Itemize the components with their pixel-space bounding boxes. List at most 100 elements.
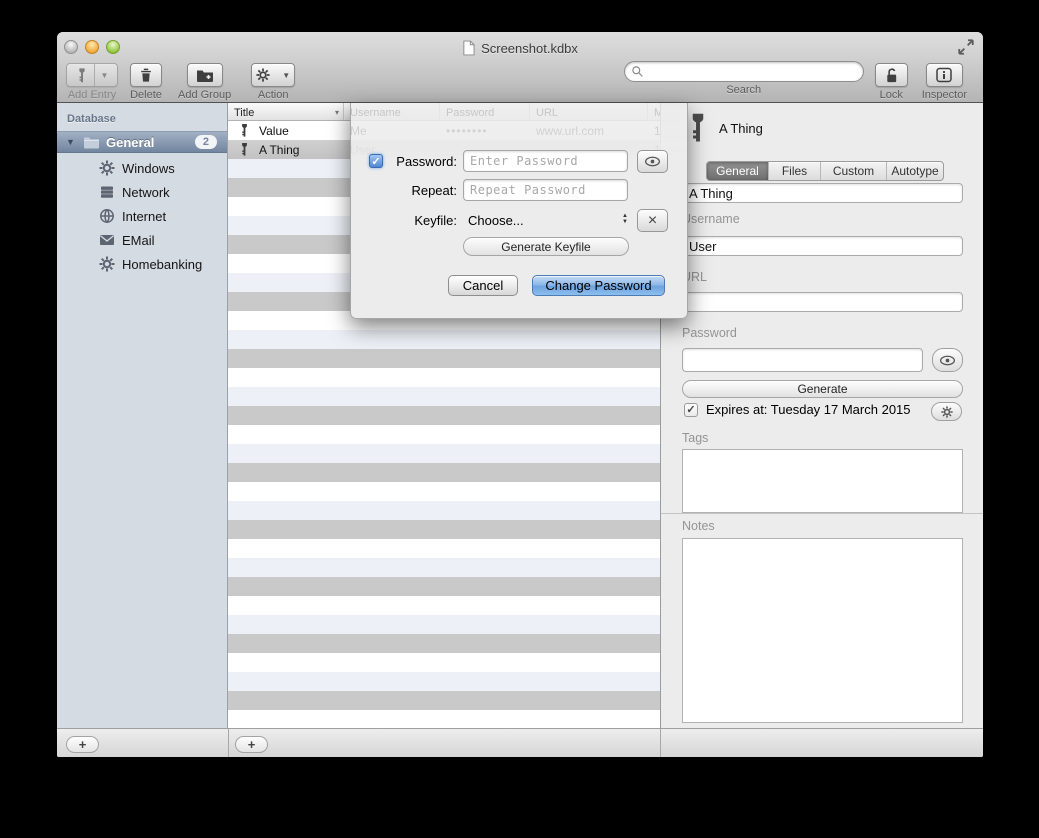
clear-keyfile-button[interactable]: × (637, 209, 668, 232)
info-icon (935, 67, 953, 83)
sidebar-item-homebanking[interactable]: Homebanking (57, 252, 227, 276)
dialog-repeat-input[interactable] (463, 179, 628, 201)
folder-icon (83, 135, 100, 149)
delete-button[interactable] (130, 63, 162, 87)
entry-title: A Thing (259, 143, 299, 157)
inspector-entry-title: A Thing (719, 121, 763, 136)
reveal-password-button[interactable] (932, 348, 963, 372)
action-label: Action (258, 89, 289, 101)
generate-keyfile-button[interactable]: Generate Keyfile (463, 237, 629, 256)
window-header: Screenshot.kdbx ▼ Add Entry Delete (57, 32, 983, 103)
sidebar-item-label: Internet (122, 209, 166, 224)
sidebar-item-label: EMail (122, 233, 155, 248)
tags-field[interactable] (682, 449, 963, 513)
eye-icon (939, 355, 956, 366)
dialog-repeat-label: Repeat: (381, 183, 457, 198)
sort-indicator-icon: ▾ (335, 108, 339, 117)
sidebar-section-header: Database (67, 113, 116, 125)
app-window: Screenshot.kdbx ▼ Add Entry Delete (57, 32, 983, 757)
envelope-icon (99, 232, 115, 248)
sidebar-item-label: Network (122, 185, 170, 200)
gear-icon (99, 160, 115, 176)
change-password-dialog: ✓ Password: Repeat: Keyfile: Choose... ▲… (350, 103, 688, 319)
add-entry-label: Add Entry (68, 89, 116, 101)
cancel-button[interactable]: Cancel (448, 275, 518, 296)
inspector-panel: A Thing General Files Custom Autotype Us… (660, 103, 983, 728)
titlebar: Screenshot.kdbx (57, 39, 983, 57)
action-toolbar-item: ▼ Action (251, 63, 295, 101)
inspector-label: Inspector (922, 89, 967, 101)
dialog-reveal-password-button[interactable] (637, 150, 668, 173)
gear-icon (941, 406, 953, 418)
tab-general[interactable]: General (707, 162, 769, 180)
key-icon (70, 64, 94, 86)
add-group-label: Add Group (178, 89, 231, 101)
x-icon: × (648, 212, 657, 230)
sidebar-group-badge: 2 (195, 135, 217, 149)
sidebar-item-network[interactable]: Network (57, 180, 227, 204)
fullscreen-icon[interactable] (957, 38, 975, 56)
sidebar-group-label: General (106, 135, 154, 150)
username-label: Username (682, 212, 740, 226)
inspector-button[interactable] (926, 63, 963, 87)
expires-settings-button[interactable] (931, 402, 962, 421)
notes-label: Notes (682, 519, 715, 533)
sidebar-group-general[interactable]: ▼ General 2 (57, 131, 227, 153)
password-field[interactable] (682, 348, 923, 372)
bottom-bar: + + (57, 728, 983, 757)
sidebar-item-windows[interactable]: Windows (57, 156, 227, 180)
url-field[interactable] (682, 292, 963, 312)
action-button[interactable]: ▼ (251, 63, 295, 87)
add-entry-toolbar-item: ▼ Add Entry (66, 63, 118, 101)
sidebar-item-internet[interactable]: Internet (57, 204, 227, 228)
username-field[interactable] (682, 236, 963, 256)
search-label: Search (726, 84, 761, 96)
search-field[interactable] (624, 61, 864, 82)
keyfile-popup[interactable]: Choose... (468, 213, 524, 228)
eye-icon (644, 156, 661, 167)
generate-password-button[interactable]: Generate (682, 380, 963, 398)
key-icon (238, 142, 251, 157)
tab-autotype[interactable]: Autotype (887, 162, 943, 180)
delete-label: Delete (130, 89, 162, 101)
dialog-password-input[interactable] (463, 150, 628, 172)
server-icon (99, 184, 115, 200)
entry-title: Value (259, 124, 289, 138)
dialog-password-label: Password: (381, 154, 457, 169)
title-field[interactable] (682, 183, 963, 203)
sidebar: Database ▼ General 2 Windows Network I (57, 103, 228, 728)
sidebar-item-email[interactable]: EMail (57, 228, 227, 252)
add-entry-footer-button[interactable]: + (235, 736, 268, 753)
search-icon (631, 65, 644, 78)
notes-field[interactable] (682, 538, 963, 723)
add-group-footer-button[interactable]: + (66, 736, 99, 753)
gear-icon (99, 256, 115, 272)
expires-label: Expires at: Tuesday 17 March 2015 (706, 402, 911, 417)
change-password-button[interactable]: Change Password (532, 275, 665, 296)
chevron-down-icon: ▼ (95, 64, 115, 86)
delete-toolbar-item: Delete (130, 63, 162, 101)
key-icon (686, 109, 710, 147)
sidebar-items: Windows Network Internet EMail Homebanki… (57, 156, 227, 276)
lock-button[interactable] (875, 63, 908, 87)
add-group-toolbar-item: Add Group (178, 63, 231, 101)
dialog-keyfile-label: Keyfile: (381, 213, 457, 228)
gear-icon (250, 64, 276, 86)
tab-custom[interactable]: Custom (821, 162, 887, 180)
add-entry-button[interactable]: ▼ (66, 63, 118, 87)
expires-row: ✓ Expires at: Tuesday 17 March 2015 (684, 402, 911, 417)
lock-toolbar-item: Lock (875, 63, 908, 101)
folder-plus-icon (196, 68, 214, 83)
tab-files[interactable]: Files (769, 162, 821, 180)
window-title: Screenshot.kdbx (481, 41, 578, 56)
disclosure-triangle-icon[interactable]: ▼ (66, 137, 76, 147)
add-group-button[interactable] (187, 63, 223, 87)
column-header-title[interactable]: Title ▾ (228, 103, 344, 120)
key-icon (238, 123, 251, 138)
expires-checkbox[interactable]: ✓ (684, 403, 698, 417)
sidebar-item-label: Windows (122, 161, 175, 176)
stepper-icon[interactable]: ▲▼ (622, 214, 628, 225)
inspector-toolbar-item: Inspector (922, 63, 967, 101)
search-input[interactable] (644, 65, 857, 79)
sidebar-item-label: Homebanking (122, 257, 202, 272)
